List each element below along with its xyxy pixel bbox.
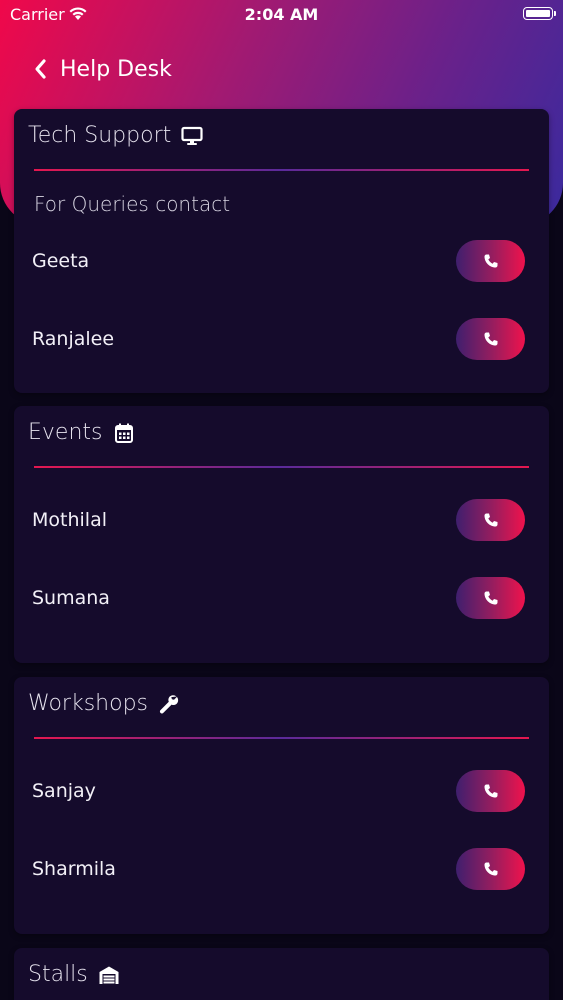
page-title: Help Desk <box>60 56 172 82</box>
phone-icon <box>484 591 497 605</box>
phone-icon <box>484 862 497 876</box>
call-button[interactable] <box>456 240 525 282</box>
section-title-text: Events <box>28 420 103 445</box>
section-title: Stalls <box>28 962 120 987</box>
call-button[interactable] <box>456 577 525 619</box>
contact-name: Ranjalee <box>32 328 115 350</box>
back-button[interactable]: Help Desk <box>32 52 172 86</box>
call-button[interactable] <box>456 318 525 360</box>
warehouse-icon <box>99 966 119 984</box>
phone-icon <box>484 784 497 798</box>
battery-icon <box>523 7 556 20</box>
call-button[interactable] <box>456 499 525 541</box>
contact-name: Mothilal <box>32 509 107 531</box>
section-title: Events <box>28 420 135 445</box>
section-title: Workshops <box>28 691 180 716</box>
contact-name: Geeta <box>32 250 90 272</box>
section-card-stalls: Stalls <box>14 948 549 1000</box>
contact-name: Sanjay <box>32 780 96 802</box>
section-title-text: Stalls <box>28 962 88 987</box>
section-card-tech-support: Tech Support For Queries contact Geeta R… <box>14 109 549 393</box>
section-divider <box>34 737 529 739</box>
phone-icon <box>484 254 497 268</box>
monitor-icon <box>181 126 203 145</box>
call-button[interactable] <box>456 848 525 890</box>
section-title-text: Workshops <box>28 691 149 716</box>
section-title: Tech Support <box>28 123 203 148</box>
section-title-text: Tech Support <box>28 123 172 148</box>
wrench-icon <box>159 694 179 713</box>
phone-icon <box>484 332 497 346</box>
section-card-workshops: Workshops Sanjay Sharmila <box>14 677 549 934</box>
contact-name: Sharmila <box>32 858 116 880</box>
phone-icon <box>484 513 497 527</box>
calendar-icon <box>114 423 133 443</box>
status-bar: Carrier 2:04 AM <box>0 0 563 30</box>
section-divider <box>34 466 529 468</box>
section-divider <box>34 169 529 171</box>
section-card-events: Events Mothilal Sumana <box>14 406 549 663</box>
call-button[interactable] <box>456 770 525 812</box>
contact-name: Sumana <box>32 587 110 609</box>
section-subtitle: For Queries contact <box>34 192 231 216</box>
chevron-left-icon <box>35 59 46 79</box>
clock: 2:04 AM <box>244 5 319 24</box>
